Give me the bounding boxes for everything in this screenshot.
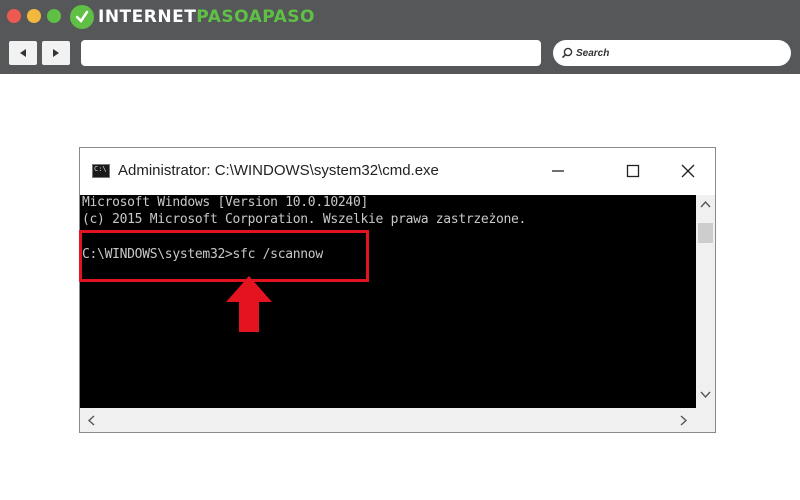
maximize-icon [626, 164, 640, 178]
scroll-right-icon[interactable] [680, 415, 688, 426]
maximize-window-button[interactable] [47, 9, 61, 23]
scroll-up-icon[interactable] [700, 200, 711, 208]
arrow-right-icon [53, 49, 59, 57]
logo-text-internet: INTERNET [98, 7, 197, 27]
browser-chrome: INTERNET PASOAPASO Search [0, 0, 800, 74]
vertical-scroll-thumb[interactable] [698, 223, 713, 243]
close-icon [681, 164, 695, 178]
back-button[interactable] [9, 41, 37, 65]
cmd-minimize-button[interactable] [540, 158, 576, 184]
cmd-window-title: Administrator: C:\WINDOWS\system32\cmd.e… [118, 162, 439, 179]
browser-titlebar: INTERNET PASOAPASO [0, 0, 800, 34]
command-highlight-box [79, 230, 369, 282]
arrow-up-icon [226, 276, 272, 332]
minimize-window-button[interactable] [27, 9, 41, 23]
cmd-titlebar: C:\ Administrator: C:\WINDOWS\system32\c… [80, 148, 715, 195]
cmd-app-icon: C:\ [92, 164, 110, 178]
scroll-down-icon[interactable] [700, 391, 711, 399]
search-input[interactable]: Search [553, 40, 791, 66]
console-line-version: Microsoft Windows [Version 10.0.10240] [82, 195, 369, 210]
cmd-window: C:\ Administrator: C:\WINDOWS\system32\c… [79, 147, 716, 433]
search-placeholder: Search [576, 47, 610, 59]
console-line-copyright: (c) 2015 Microsoft Corporation. Wszelkie… [82, 212, 527, 227]
forward-button[interactable] [42, 41, 70, 65]
close-window-button[interactable] [7, 9, 21, 23]
address-bar[interactable] [81, 40, 541, 66]
minimize-icon [552, 170, 564, 172]
scroll-left-icon[interactable] [87, 415, 95, 426]
search-icon [561, 47, 573, 59]
vertical-scrollbar[interactable] [696, 195, 715, 408]
site-logo: INTERNET PASOAPASO [70, 4, 315, 30]
logo-text-pasoapaso: PASOAPASO [196, 7, 315, 27]
cmd-icon-label: C:\ [94, 165, 107, 173]
horizontal-scrollbar[interactable] [80, 408, 715, 432]
cmd-maximize-button[interactable] [615, 158, 651, 184]
arrow-left-icon [20, 49, 26, 57]
console-output[interactable]: Microsoft Windows [Version 10.0.10240] (… [80, 195, 696, 408]
cmd-close-button[interactable] [670, 158, 706, 184]
logo-icon [70, 5, 94, 29]
